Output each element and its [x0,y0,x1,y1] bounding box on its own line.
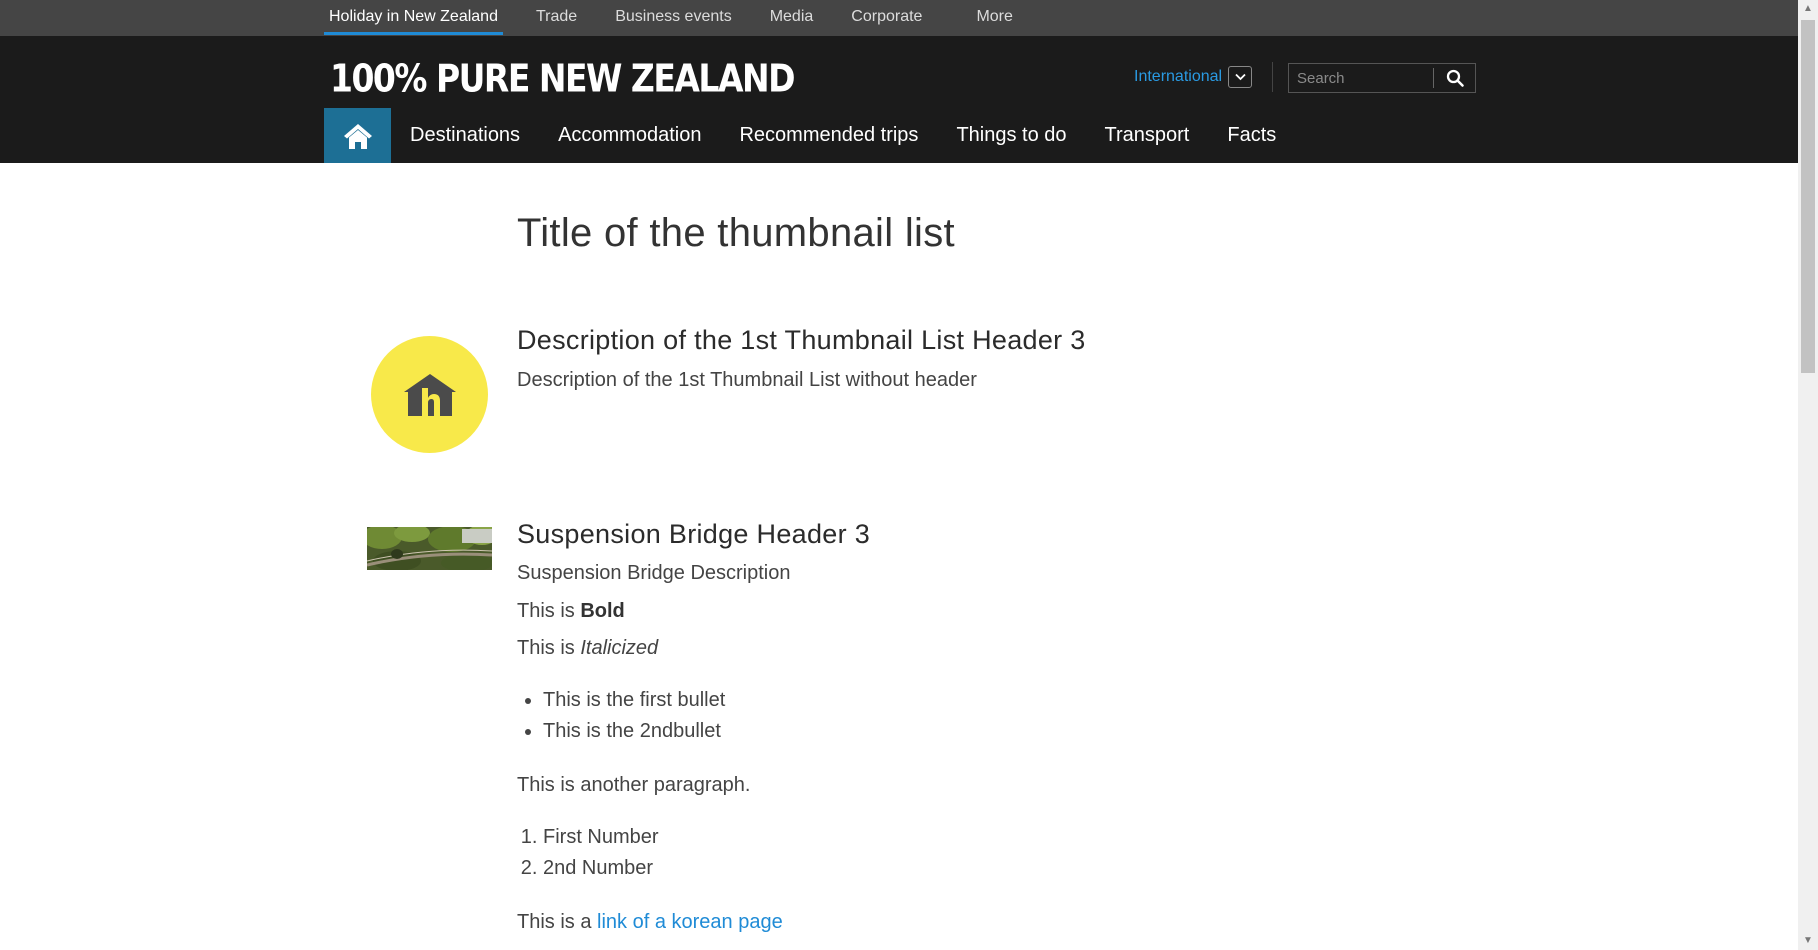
top-nav-more[interactable]: More [971,0,1017,36]
main-nav: Destinations Accommodation Recommended t… [324,108,1295,163]
main-content: Title of the thumbnail list Description … [0,163,1798,950]
link-prefix: This is a [517,911,598,933]
numbered-list: First Number 2nd Number [517,822,659,884]
header-divider [1272,62,1273,92]
page-scrollbar[interactable]: ▲ ▼ [1798,0,1818,950]
top-nav-holiday[interactable]: Holiday in New Zealand [324,0,503,36]
scroll-up-arrow-icon[interactable]: ▲ [1798,0,1818,18]
nav-recommended-trips[interactable]: Recommended trips [720,108,937,163]
page-title: Title of the thumbnail list [517,211,955,255]
site-header: 100% PURE NEW ZEALAND International Dest… [0,36,1798,163]
search-input[interactable] [1289,64,1445,92]
italic-paragraph: This is Italicized [517,637,658,660]
top-nav-media[interactable]: Media [765,0,819,36]
search-icon [1446,69,1464,87]
search-box [1288,63,1476,93]
list-item: First Number [543,822,659,853]
home-button[interactable] [324,108,391,163]
suspension-bridge-thumbnail[interactable] [367,527,492,570]
top-nav: Holiday in New Zealand Trade Business ev… [324,0,1046,36]
search-divider [1433,68,1434,88]
nav-accommodation[interactable]: Accommodation [539,108,720,163]
top-utility-bar: Holiday in New Zealand Trade Business ev… [0,0,1798,36]
search-button[interactable] [1435,64,1475,92]
italic-word: Italicized [580,637,659,659]
bold-word: Bold [580,600,625,622]
list-item: This is the 2ndbullet [543,716,725,747]
nav-things-to-do[interactable]: Things to do [937,108,1085,163]
korean-page-link[interactable]: link of a korean page [597,911,783,933]
list-item: 2nd Number [543,853,659,884]
item2-description: Suspension Bridge Description [517,562,791,584]
italic-prefix: This is [517,637,581,659]
chevron-down-icon[interactable] [1228,66,1253,88]
top-nav-business-events[interactable]: Business events [610,0,737,36]
link-paragraph: This is a link of a korean page [517,911,783,934]
site-logo[interactable]: 100% PURE NEW ZEALAND [330,56,796,101]
house-h-icon [371,336,488,453]
region-selector[interactable]: International [1134,66,1253,88]
list-item: This is the first bullet [543,685,725,716]
home-icon [343,123,372,149]
nav-destinations[interactable]: Destinations [391,108,539,163]
nav-transport[interactable]: Transport [1086,108,1209,163]
bullet-list: This is the first bullet This is the 2nd… [517,685,725,747]
region-label: International [1134,68,1223,85]
item1-description: Description of the 1st Thumbnail List wi… [517,369,977,391]
bold-prefix: This is [517,600,581,622]
item2-heading: Suspension Bridge Header 3 [517,519,871,549]
top-nav-trade[interactable]: Trade [531,0,582,36]
bold-paragraph: This is Bold [517,600,625,623]
scroll-down-arrow-icon[interactable]: ▼ [1798,932,1818,950]
item1-heading: Description of the 1st Thumbnail List He… [517,325,1086,355]
nav-facts[interactable]: Facts [1208,108,1295,163]
top-nav-corporate[interactable]: Corporate [846,0,927,36]
another-paragraph: This is another paragraph. [517,774,751,796]
scrollbar-thumb[interactable] [1801,20,1815,373]
